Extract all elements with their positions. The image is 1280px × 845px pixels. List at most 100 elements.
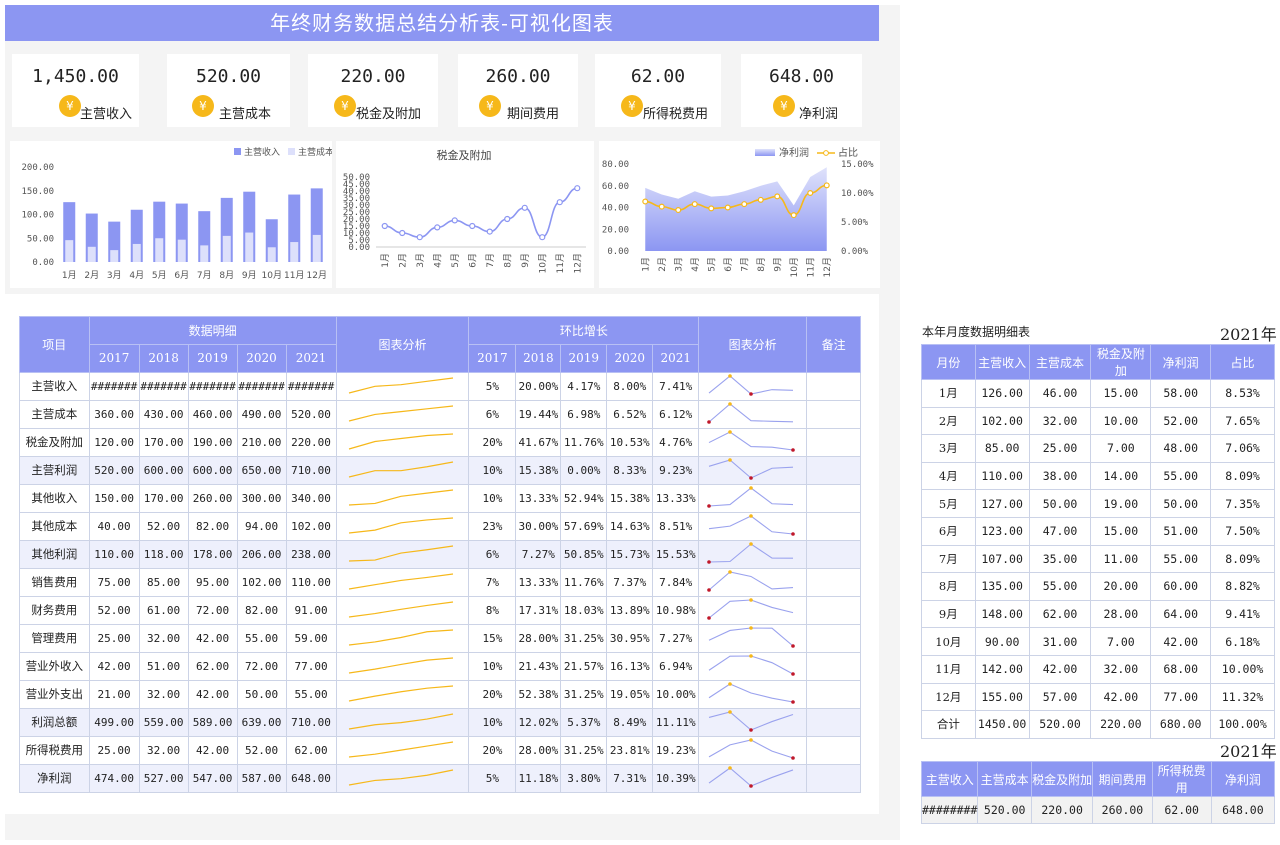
bar-cost (132, 243, 141, 262)
cell-growth: 10.39% (652, 763, 700, 793)
cell-value: 32.00 (138, 623, 189, 653)
trend-sparkline (349, 656, 454, 674)
row-label: 净利润 (19, 763, 90, 793)
cell-growth: 5% (468, 371, 517, 401)
growth-line (708, 374, 793, 395)
note-cell (806, 511, 861, 541)
growth-low-point (790, 755, 795, 760)
trend-sparkline-cell (335, 371, 470, 401)
revenue-cost-bar-chart: 0.00 50.00 100.00 150.00 200.00 1月 2月 3月 4月 5月 6月 7… (21, 146, 334, 281)
cell-value: 59.00 (285, 623, 337, 653)
growth-sparkline-cell (698, 455, 808, 485)
main-data-table: 项目 数据明细 图表分析 环比增长 图表分析 备注 2017 2018 2019 20… (19, 316, 861, 793)
cell-value: ####### (88, 371, 140, 401)
growth-low-point (706, 419, 711, 424)
bar-cost (87, 246, 96, 262)
growth-sparkline-cell (698, 539, 808, 569)
monthly-row: 1月 126.00 46.00 15.00 58.00 8.53% (921, 379, 1275, 408)
cell-value: 589.00 (187, 707, 238, 737)
note-cell (806, 483, 861, 513)
cell-value: 520.00 (88, 455, 140, 485)
growth-high-point (748, 737, 753, 742)
x-tick-label: 6月 (174, 270, 189, 281)
cell-growth: 10.53% (606, 427, 654, 457)
x-tick-label: 2月 (84, 270, 99, 281)
trend-sparkline (349, 600, 454, 618)
trend-sparkline (349, 488, 454, 506)
growth-year-2021: 2021 (652, 343, 700, 373)
cell-growth: 17.31% (515, 595, 562, 625)
trend-sparkline-cell (335, 427, 470, 457)
cell-growth: 13.33% (652, 483, 700, 513)
x-tick-label: 12月 (822, 257, 833, 277)
growth-sparkline (706, 541, 793, 564)
monthly-cell: 2月 (921, 406, 976, 436)
y-tick-label: 80.00 (602, 160, 629, 170)
monthly-cell: 10月 (921, 627, 976, 656)
growth-high-point (748, 625, 753, 630)
row-label: 其他成本 (19, 511, 90, 541)
growth-high-point (748, 653, 753, 658)
monthly-cell: 50.00 (1028, 489, 1092, 518)
kpi-card-2: 520.00 ¥ 主营成本 (167, 54, 290, 127)
monthly-cell: 8月 (921, 572, 976, 601)
growth-line (708, 402, 793, 423)
bar-cost (110, 250, 119, 262)
x-tick-label: 3月 (107, 270, 122, 281)
x-tick-label: 3月 (673, 257, 684, 272)
cell-value: 430.00 (138, 399, 189, 429)
kpi-value: 62.00 (630, 66, 686, 87)
cell-growth: 6.52% (606, 399, 654, 429)
cell-value: 639.00 (236, 707, 287, 737)
growth-sparkline-cell (698, 707, 808, 737)
x-tick-label: 5月 (706, 257, 717, 272)
x-tick-label: 1月 (380, 253, 391, 268)
cell-growth: 12.02% (515, 707, 562, 737)
bar-cost (245, 232, 254, 262)
table-row: 税金及附加 120.00 170.00 190.00 210.00 220.00 20% 41… (19, 427, 861, 457)
header-growth: 环比增长 (468, 316, 700, 345)
cell-growth: 11.18% (515, 763, 562, 793)
cell-growth: 50.85% (560, 539, 608, 569)
x-tick-label: 12月 (307, 270, 327, 281)
note-cell (806, 427, 861, 457)
row-label: 财务费用 (19, 595, 90, 625)
cell-growth: 7% (468, 567, 517, 597)
growth-line (708, 682, 793, 703)
cell-value: 32.00 (138, 679, 189, 709)
y-tick-label: 20.00 (602, 225, 629, 235)
year-2018: 2018 (138, 343, 189, 373)
growth-line (708, 570, 793, 591)
note-cell (806, 455, 861, 485)
cell-value: 42.00 (88, 651, 140, 681)
summary-table-year: 2021年 (1220, 742, 1277, 761)
tax-point (504, 215, 511, 223)
cell-value: ####### (187, 371, 238, 401)
x-tick-label: 11月 (805, 257, 816, 277)
cell-value: 190.00 (187, 427, 238, 457)
cell-value: ####### (236, 371, 287, 401)
growth-low-point (790, 531, 795, 536)
header-note: 备注 (806, 316, 861, 373)
note-cell (806, 679, 861, 709)
cell-value: 52.00 (138, 511, 189, 541)
cell-growth: 7.27% (515, 539, 562, 569)
growth-sparkline (708, 457, 793, 480)
cell-growth: 4.17% (560, 371, 608, 401)
monthly-cell: 35.00 (1028, 544, 1092, 574)
cell-value: 170.00 (138, 427, 189, 457)
cell-value: 85.00 (138, 567, 189, 597)
cell-growth: 8.00% (606, 371, 654, 401)
cell-growth: 19.44% (515, 399, 562, 429)
cell-value: 110.00 (88, 539, 140, 569)
cell-value: 25.00 (88, 735, 140, 765)
cell-growth: 7.84% (652, 567, 700, 597)
growth-high-point (727, 765, 732, 770)
cell-value: 340.00 (285, 483, 337, 513)
cell-growth: 7.41% (652, 371, 700, 401)
cell-value: 102.00 (236, 567, 287, 597)
kpi-label: 期间费用 (507, 107, 560, 122)
tax-line-chart: 税金及附加0.005.0010.0015.0020.0025.0030.0035… (343, 148, 586, 273)
trend-sparkline (349, 544, 454, 562)
trend-sparkline-cell (335, 679, 470, 709)
